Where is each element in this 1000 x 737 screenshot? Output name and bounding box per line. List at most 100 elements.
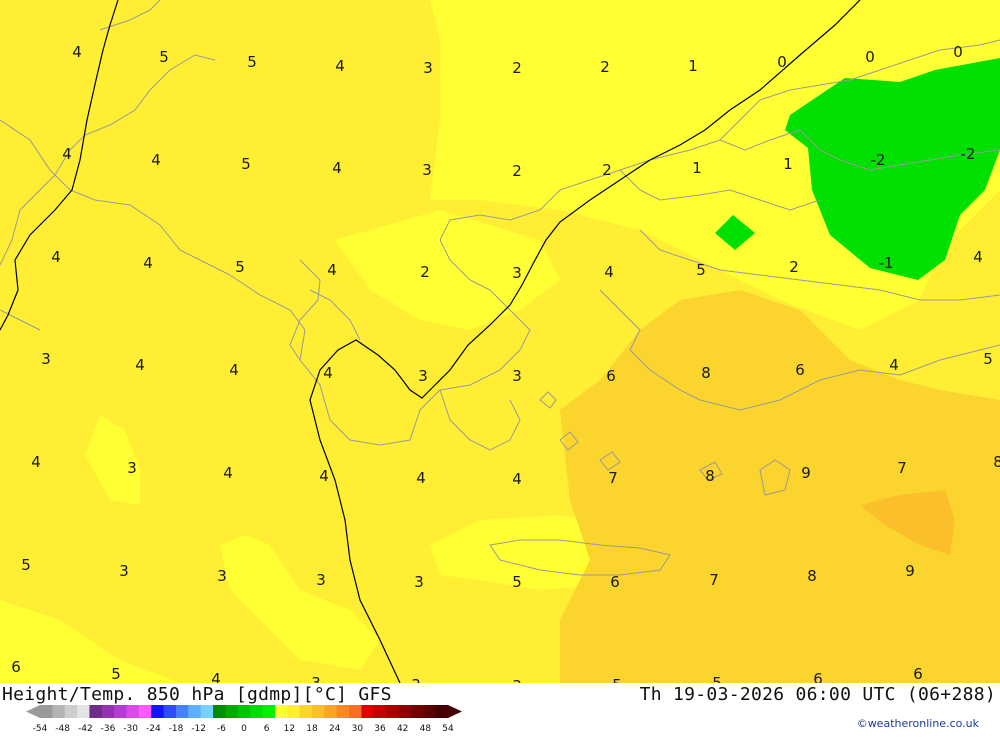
forecast-datetime: Th 19-03-2026 06:00 UTC (06+288) (639, 684, 996, 705)
temperature-value: 6 (795, 361, 805, 379)
temperature-value: 7 (897, 459, 907, 477)
legend-swatch (349, 705, 362, 718)
temperature-value: 4 (143, 254, 153, 272)
legend-arrow-right (448, 705, 462, 718)
legend-swatch (274, 705, 288, 718)
temperature-value: 5 (247, 53, 257, 71)
temperature-value: 1 (783, 155, 793, 173)
temperature-value: 9 (801, 464, 811, 482)
legend-swatch (52, 705, 66, 718)
legend-swatch (386, 705, 400, 718)
temperature-value: 4 (31, 453, 41, 471)
temperature-value: 8 (705, 467, 715, 485)
legend-swatch (299, 705, 313, 718)
legend-swatch (77, 705, 90, 718)
temperature-value: 4 (335, 57, 345, 75)
footer-bar: Height/Temp. 850 hPa [gdmp][°C] GFS Th 1… (0, 683, 1000, 734)
temperature-value: 3 (512, 367, 522, 385)
temperature-value: 3 (411, 676, 421, 683)
temperature-value: 5 (512, 573, 522, 591)
weather-map: 4 5 5 4 3 2 2 1 0 0 0 4 4 5 4 3 2 2 1 1 … (0, 0, 1000, 683)
legend-swatch (200, 705, 214, 718)
legend-tick-label: -6 (217, 724, 226, 733)
legend-tick-label: -30 (123, 724, 138, 733)
temperature-value: 9 (905, 562, 915, 580)
temperature-value: 4 (62, 145, 72, 163)
temperature-value: 5 (111, 665, 121, 683)
legend-swatch (312, 705, 325, 718)
temperature-value: 4 (229, 361, 239, 379)
legend-swatch (138, 705, 152, 718)
legend-swatch (225, 705, 239, 718)
legend-tick-label: 0 (241, 724, 247, 733)
legend-swatch (373, 705, 387, 718)
legend-swatch (176, 705, 189, 718)
temperature-value: 3 (414, 573, 424, 591)
temperature-value: 4 (889, 356, 899, 374)
temperature-value: 2 (602, 161, 612, 179)
temperature-value: 6 (610, 573, 620, 591)
legend-swatch (151, 705, 165, 718)
temperature-value: 3 (422, 161, 432, 179)
legend-swatch (398, 705, 412, 718)
legend-swatch (435, 705, 449, 718)
legend-tick-label: -36 (101, 724, 116, 733)
temperature-value: 4 (319, 467, 329, 485)
legend-swatch (126, 705, 140, 718)
legend-tick-label: 30 (352, 724, 364, 733)
temperature-value: 2 (512, 162, 522, 180)
legend-swatch (213, 705, 226, 718)
map-title: Height/Temp. 850 hPa [gdmp][°C] GFS (2, 684, 392, 705)
legend-tick-label: 48 (420, 724, 432, 733)
temperature-value: 4 (604, 263, 614, 281)
legend-swatch (324, 705, 338, 718)
legend-tick-label: -48 (55, 724, 70, 733)
temperature-value: 4 (223, 464, 233, 482)
temperature-value: 2 (512, 59, 522, 77)
temperature-value: 4 (211, 670, 221, 683)
temperature-value: 4 (416, 469, 426, 487)
temperature-value: 3 (127, 459, 137, 477)
credit-link[interactable]: ©weatheronline.co.uk (857, 717, 979, 730)
legend-swatch (188, 705, 202, 718)
legend-canvas: -54 -48 -42 -36 -30 -24 -18 -12 -6 0 6 12 18 24 30 36 42… (26, 705, 462, 734)
temperature-value: 2 (789, 258, 799, 276)
temperature-value: 2 (600, 58, 610, 76)
legend-arrow-left (26, 705, 40, 718)
legend-swatch (262, 705, 276, 718)
legend-swatch (40, 705, 53, 718)
temperature-value: 5 (235, 258, 245, 276)
temperature-value: -2 (871, 151, 886, 169)
temperature-value: 5 (612, 676, 622, 683)
temperature-value: 1 (688, 57, 698, 75)
temperature-value: 8 (701, 364, 711, 382)
temperature-value: 3 (423, 59, 433, 77)
legend-swatch (423, 705, 437, 718)
legend-swatch (163, 705, 177, 718)
legend-tick-label: 18 (306, 724, 318, 733)
temperature-value: 3 (41, 350, 51, 368)
temperature-value: 8 (993, 453, 1000, 471)
legend-tick-label: 42 (397, 724, 408, 733)
temperature-value: 8 (807, 567, 817, 585)
color-legend: -54 -48 -42 -36 -30 -24 -18 -12 -6 0 6 12 18 24 30 36 42… (26, 705, 466, 737)
temperature-value: 4 (72, 43, 82, 61)
temperature-value: 5 (159, 48, 169, 66)
temperature-value: 4 (973, 248, 983, 266)
temperature-value: 3 (512, 264, 522, 282)
temperature-value: 5 (983, 350, 993, 368)
temperature-value: 6 (913, 665, 923, 683)
legend-tick-label: -42 (78, 724, 93, 733)
legend-tick-label: -18 (169, 724, 184, 733)
temperature-value: 3 (418, 367, 428, 385)
temperature-value: 4 (51, 248, 61, 266)
temperature-value: 2 (420, 263, 430, 281)
temperature-value: 4 (135, 356, 145, 374)
legend-tick-label: -12 (191, 724, 206, 733)
legend-tick-label: 12 (284, 724, 295, 733)
temperature-value: 4 (327, 261, 337, 279)
temperature-value: -2 (961, 145, 976, 163)
temperature-value: 6 (606, 367, 616, 385)
temperature-value: 6 (813, 670, 823, 683)
temperature-value: 5 (21, 556, 31, 574)
